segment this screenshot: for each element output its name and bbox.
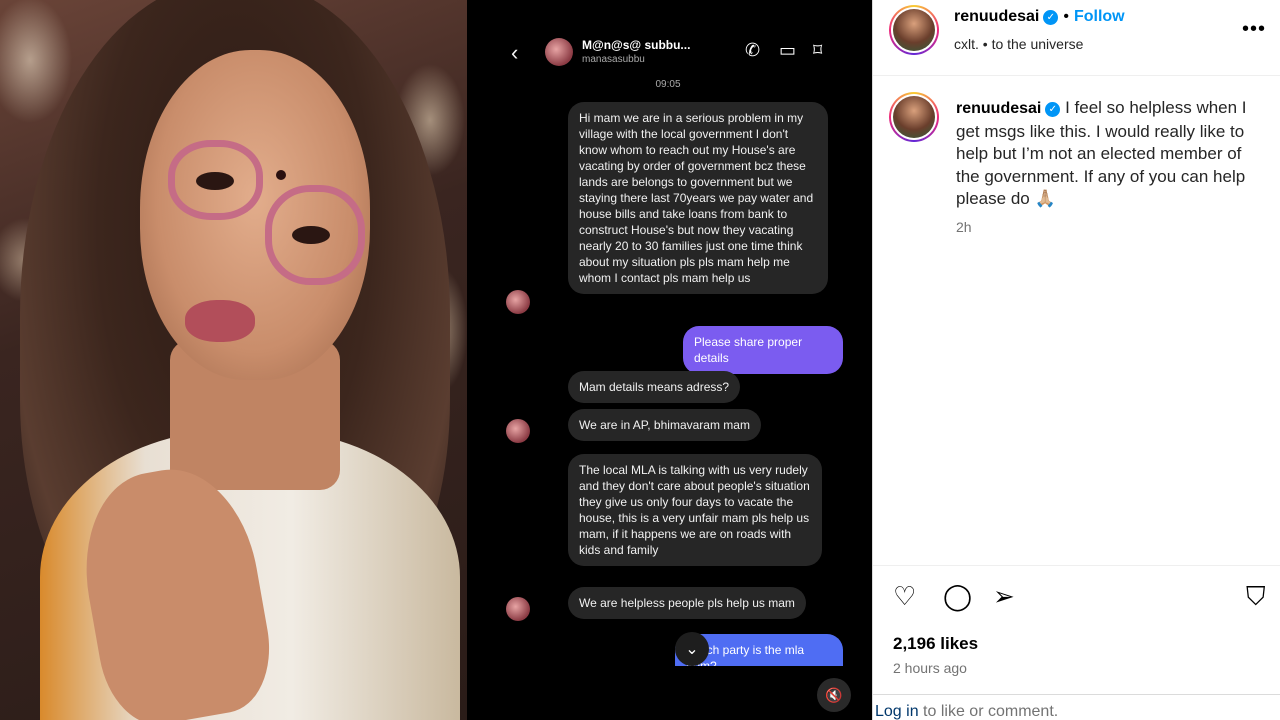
phone-icon: ✆ [745, 40, 761, 60]
tag-icon: ⌑ [813, 40, 823, 60]
follow-button[interactable]: Follow [1074, 8, 1125, 25]
message-bubble: Hi mam we are in a serious problem in my… [568, 102, 828, 294]
bookmark-icon[interactable]: ⛉ [1246, 581, 1266, 613]
heart-icon[interactable]: ♡ [893, 581, 916, 612]
sender-avatar [506, 419, 530, 443]
video-call-icon: ▭ [779, 40, 797, 60]
chevron-down-icon: ⌄ [675, 632, 709, 666]
share-icon[interactable]: ➢ [993, 581, 1015, 612]
sender-avatar [506, 290, 530, 314]
more-options-icon[interactable]: ••• [1242, 18, 1266, 41]
post-header: renuudesai ✓ • Follow cxlt. • to the univer… [873, 0, 1280, 76]
message-bubble: We are in AP, bhimavaram mam [568, 409, 761, 441]
post-details-panel: renuudesai ✓ • Follow cxlt. • to the univer… [872, 0, 1280, 720]
login-link[interactable]: Log in [875, 703, 919, 720]
caption-time[interactable]: 2h [956, 219, 972, 235]
verified-badge-icon: ✓ [1045, 102, 1061, 117]
chat-name: M@n@s@ subbu... [582, 38, 691, 52]
chat-handle: manasasubbu [582, 54, 645, 65]
author-username[interactable]: renuudesai [954, 8, 1039, 25]
post-video[interactable]: ‹ M@n@s@ subbu... manasasubbu ✆ ▭ ⌑ 09:0… [467, 0, 872, 720]
caption-avatar[interactable] [889, 92, 939, 142]
instagram-post-view: ‹ M@n@s@ subbu... manasasubbu ✆ ▭ ⌑ 09:0… [0, 0, 1280, 720]
audio-subtitle[interactable]: cxlt. • to the universe [954, 36, 1083, 52]
verified-badge-icon: ✓ [1043, 10, 1059, 25]
author-avatar[interactable] [889, 5, 939, 55]
login-footer-text: to like or comment. [923, 703, 1059, 720]
message-bubble: We are helpless people pls help us mam [568, 587, 806, 619]
post-photo [0, 0, 467, 720]
action-bar: ♡ ◯ ➢ ⛉ [873, 565, 1280, 625]
back-arrow-icon: ‹ [511, 40, 519, 65]
sender-avatar [506, 597, 530, 621]
message-bubble: Mam details means adress? [568, 371, 741, 403]
login-footer: Log in to like or comment. [873, 694, 1280, 720]
mute-icon[interactable]: 🔇 [817, 678, 851, 712]
message-bubble: The local MLA is talking with us very ru… [568, 454, 822, 566]
caption-username[interactable]: renuudesai [956, 100, 1041, 117]
posted-time[interactable]: 2 hours ago [893, 660, 967, 676]
chat-avatar [545, 38, 573, 66]
comment-icon[interactable]: ◯ [943, 581, 972, 612]
chat-header: ‹ M@n@s@ subbu... manasasubbu ✆ ▭ ⌑ [493, 34, 843, 70]
message-bubble: Please share proper details [683, 326, 843, 374]
chat-timestamp: 09:05 [655, 79, 681, 90]
likes-count[interactable]: 2,196 likes [893, 634, 978, 654]
chat-screenshot: ‹ M@n@s@ subbu... manasasubbu ✆ ▭ ⌑ 09:0… [493, 26, 843, 666]
